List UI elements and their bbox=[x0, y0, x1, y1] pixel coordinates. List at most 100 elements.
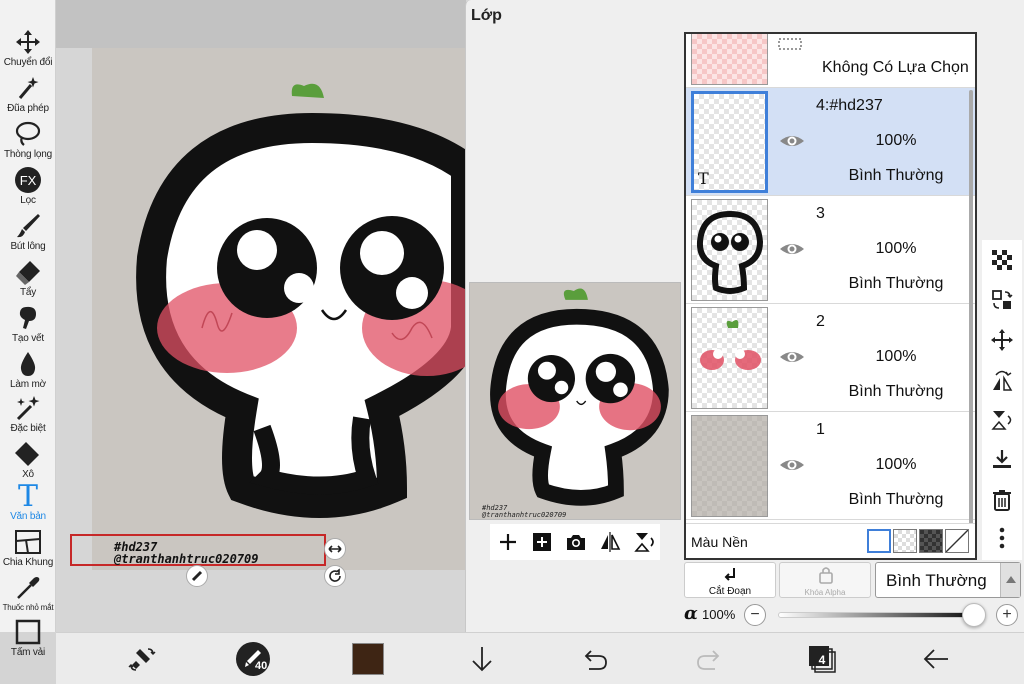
move-layer-icon[interactable] bbox=[990, 328, 1014, 352]
tool-label: Đũa phép bbox=[7, 103, 49, 114]
visibility-eye-icon[interactable] bbox=[779, 455, 805, 475]
tool-label: Văn bản bbox=[10, 511, 46, 522]
flip-horizontal-icon[interactable] bbox=[598, 530, 622, 554]
layer-list-scrollbar[interactable] bbox=[969, 90, 973, 530]
layer-row[interactable]: 3 100% Bình Thường bbox=[686, 196, 975, 304]
layer-row[interactable]: T 4:#hd237 100% Bình Thường bbox=[686, 88, 975, 196]
tool-text[interactable]: T Văn bản bbox=[0, 480, 56, 526]
text-layer-box[interactable]: #hd237 @tranthanhtruc020709 bbox=[70, 534, 326, 566]
add-layer-copy-icon[interactable] bbox=[530, 530, 554, 554]
canvas-backdrop bbox=[56, 0, 466, 48]
layer-name: 3 bbox=[816, 205, 825, 222]
clipping-button[interactable]: Cắt Đoạn bbox=[684, 562, 776, 598]
trash-icon[interactable] bbox=[990, 488, 1014, 512]
visibility-eye-icon[interactable] bbox=[779, 239, 805, 259]
layer-name: 4:#hd237 bbox=[816, 97, 883, 114]
tool-bucket[interactable]: Xô bbox=[0, 438, 56, 484]
canvas-icon bbox=[15, 619, 41, 645]
tool-label: Làm mờ bbox=[10, 379, 46, 390]
tool-eyedropper[interactable]: Thuốc nhỏ mắt bbox=[0, 572, 56, 618]
text-icon: T bbox=[17, 479, 38, 514]
lock-icon bbox=[819, 567, 833, 584]
flip-vertical-layer-icon[interactable] bbox=[990, 408, 1014, 432]
tool-special[interactable]: Đặc biệt bbox=[0, 392, 56, 438]
preview-caption: #hd237 @tranthanhtruc020709 bbox=[482, 504, 567, 519]
brush-icon bbox=[17, 214, 40, 238]
opacity-increase-button[interactable]: + bbox=[996, 604, 1018, 626]
rotate-flip-icon[interactable] bbox=[990, 368, 1014, 392]
bg-white-swatch[interactable] bbox=[867, 529, 891, 553]
layer-panel: Lớp #hd237 @tranthanhtruc020709 Không Có… bbox=[465, 0, 1024, 632]
color-thumbnail bbox=[700, 320, 761, 370]
text-line-2: @tranthanhtruc020709 bbox=[114, 552, 259, 566]
brush-size-button[interactable]: 40 bbox=[236, 642, 270, 676]
redo-icon[interactable] bbox=[693, 643, 725, 675]
artboard[interactable] bbox=[92, 48, 466, 570]
tool-blur[interactable]: Làm mờ bbox=[0, 348, 56, 394]
background-label: Màu Nền bbox=[691, 534, 748, 550]
clipping-label: Cắt Đoạn bbox=[708, 586, 752, 597]
opacity-value: 100% bbox=[702, 607, 736, 622]
layer-opacity: 100% bbox=[875, 132, 917, 149]
layer-thumbnail: T bbox=[691, 91, 768, 193]
alpha-lock-label: Khóa Alpha bbox=[804, 588, 846, 597]
dropdown-arrow bbox=[1000, 563, 1020, 597]
visibility-eye-icon[interactable] bbox=[779, 347, 805, 367]
clip-arrow-icon bbox=[724, 568, 735, 581]
tool-smudge[interactable]: Tạo vết bbox=[0, 302, 56, 348]
character-illustration bbox=[136, 83, 466, 518]
tool-canvas[interactable]: Tấm vải bbox=[0, 616, 56, 658]
magic-wand-icon bbox=[18, 77, 39, 99]
camera-icon[interactable] bbox=[564, 530, 588, 554]
layer-blend-mode: Bình Thường bbox=[848, 167, 944, 184]
opacity-decrease-button[interactable]: − bbox=[744, 604, 766, 626]
selection-marquee-icon bbox=[778, 38, 802, 50]
layer-properties: Cắt Đoạn Khóa Alpha Bình Thường α 100% −… bbox=[684, 562, 1024, 632]
flip-vertical-icon[interactable] bbox=[632, 530, 656, 554]
color-swatch[interactable] bbox=[352, 643, 384, 675]
bg-none-swatch[interactable] bbox=[945, 529, 969, 553]
layer-blend-mode: Bình Thường bbox=[848, 383, 944, 400]
layer-opacity: 100% bbox=[875, 456, 917, 473]
undo-icon[interactable] bbox=[579, 643, 611, 675]
tool-label: Thuốc nhỏ mắt bbox=[2, 603, 54, 612]
opacity-slider-thumb[interactable] bbox=[962, 603, 986, 627]
transfer-layer-icon[interactable] bbox=[990, 288, 1014, 312]
layer-thumbnail bbox=[691, 199, 768, 301]
tool-magic-wand[interactable]: Đũa phép bbox=[0, 72, 56, 118]
tool-brush[interactable]: Bút lông bbox=[0, 210, 56, 256]
back-arrow-icon[interactable] bbox=[920, 643, 952, 675]
rotate-handle[interactable] bbox=[324, 565, 346, 587]
merge-down-icon[interactable] bbox=[990, 448, 1014, 472]
tool-label: Lọc bbox=[20, 195, 36, 206]
smudge-icon bbox=[19, 306, 36, 329]
checkerboard-icon[interactable] bbox=[990, 248, 1014, 272]
bg-transparent-swatch[interactable] bbox=[893, 529, 917, 553]
resize-handle[interactable] bbox=[324, 538, 346, 560]
tool-filter[interactable]: FX Lọc bbox=[0, 164, 56, 210]
layer-row[interactable]: 2 100% Bình Thường bbox=[686, 304, 975, 412]
selection-layer-row[interactable]: Không Có Lựa Chọn bbox=[686, 34, 975, 88]
tool-transform[interactable]: Chuyển đổi bbox=[0, 26, 56, 72]
blend-mode-select[interactable]: Bình Thường bbox=[875, 562, 1021, 598]
alpha-lock-button[interactable]: Khóa Alpha bbox=[779, 562, 871, 598]
add-layer-icon[interactable] bbox=[496, 530, 520, 554]
layer-row[interactable]: 1 100% Bình Thường bbox=[686, 412, 975, 520]
layer-count: 4 bbox=[818, 653, 826, 667]
tool-lasso[interactable]: Thòng lọng bbox=[0, 118, 56, 164]
visibility-eye-icon[interactable] bbox=[779, 131, 805, 151]
edit-text-handle[interactable] bbox=[186, 565, 208, 587]
arrow-down-icon[interactable] bbox=[466, 643, 498, 675]
layers-button[interactable]: 4 bbox=[808, 645, 838, 675]
frame-divider-icon bbox=[15, 530, 41, 554]
opacity-slider[interactable] bbox=[778, 612, 974, 618]
layer-list[interactable]: Không Có Lựa Chọn T 4:#hd237 100% Bình T… bbox=[684, 32, 977, 560]
move-icon bbox=[16, 30, 40, 54]
tool-frame-divider[interactable]: Chia Khung bbox=[0, 526, 56, 572]
tool-label: Chia Khung bbox=[2, 557, 54, 568]
tool-label: Thòng lọng bbox=[3, 149, 53, 160]
tool-eraser[interactable]: Tẩy bbox=[0, 256, 56, 302]
swap-tool-icon[interactable] bbox=[126, 643, 158, 675]
more-options-icon[interactable] bbox=[990, 526, 1014, 550]
bg-dark-swatch[interactable] bbox=[919, 529, 943, 553]
